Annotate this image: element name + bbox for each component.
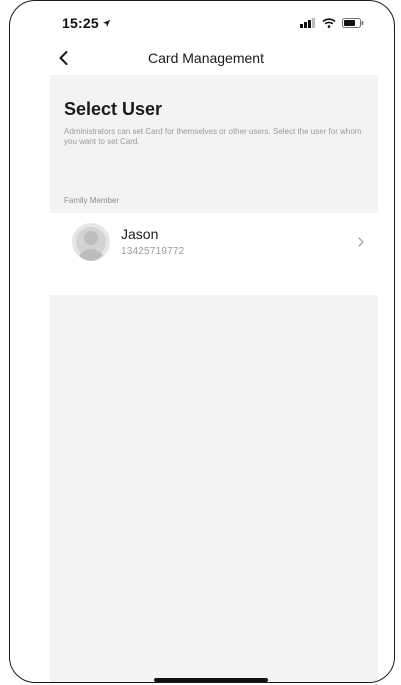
user-name: Jason (121, 226, 159, 242)
select-user-description: Administrators can set Card for themselv… (64, 127, 362, 146)
user-row-jason[interactable]: Jason 13425719772 (50, 213, 378, 271)
page-title: Card Management (148, 50, 264, 66)
select-user-heading: Select User (64, 99, 163, 119)
status-icons (300, 15, 364, 33)
family-member-label: Family Member (64, 196, 120, 205)
navigation-bar: Card Management (10, 41, 394, 75)
content-area: Select User Administrators can set Card … (50, 75, 378, 682)
chevron-right-icon (356, 235, 366, 249)
battery-icon (342, 15, 364, 33)
list-spacer (50, 271, 378, 295)
home-indicator[interactable] (154, 678, 268, 682)
location-arrow-icon (102, 17, 111, 31)
cellular-signal-icon (300, 15, 316, 33)
phone-frame: 15:25 Card Management Select User Admini… (9, 0, 395, 683)
default-avatar-icon (72, 223, 110, 261)
status-bar: 15:25 (10, 1, 394, 41)
status-time: 15:25 (62, 15, 111, 31)
user-phone: 13425719772 (121, 246, 185, 257)
wifi-icon (322, 15, 336, 33)
status-time-text: 15:25 (62, 15, 99, 31)
